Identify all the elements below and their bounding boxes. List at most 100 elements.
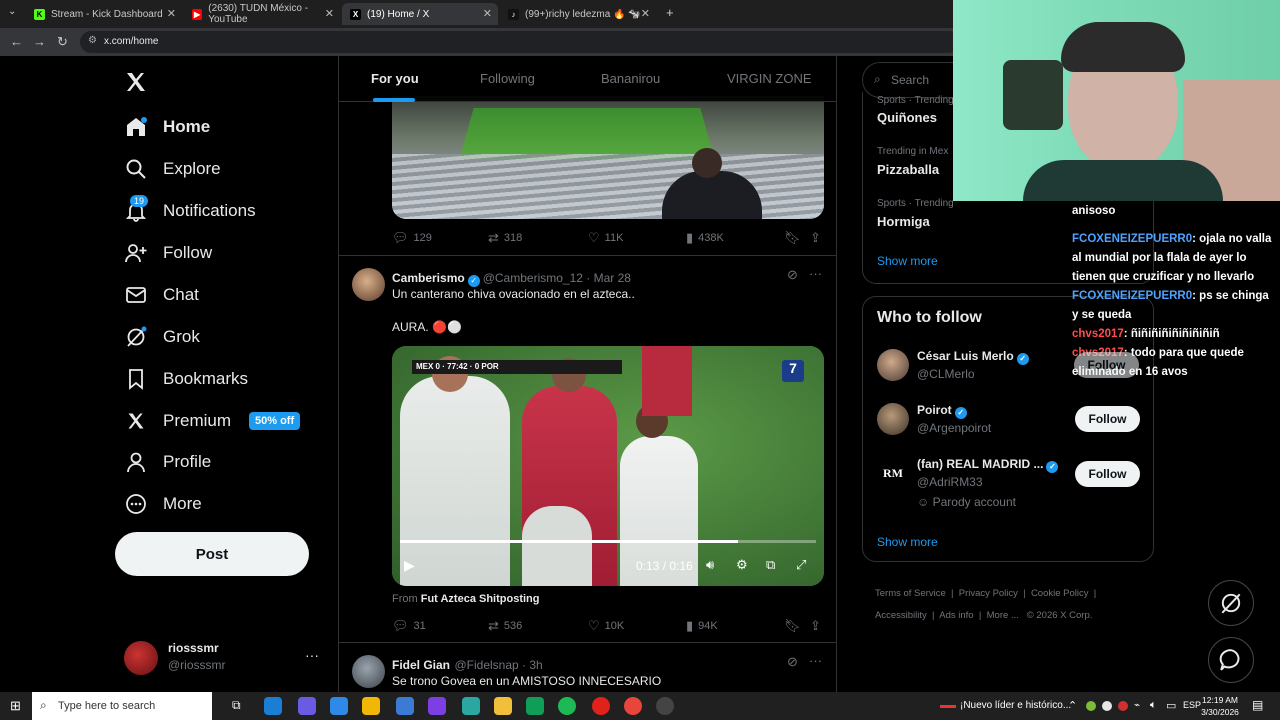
tray-app-icon[interactable] (1102, 701, 1112, 711)
suggested-account-name[interactable]: (fan) REAL MADRID ... ✓ (917, 457, 1061, 473)
more-dots-icon[interactable]: ··· (305, 647, 319, 663)
trend-item[interactable]: Quiñones (877, 110, 937, 125)
vscode-icon[interactable] (396, 697, 414, 715)
obs-icon[interactable] (656, 697, 674, 715)
tab-following[interactable]: Following (480, 71, 535, 86)
nav-home[interactable]: Home (124, 112, 210, 142)
back-icon[interactable]: ← (10, 34, 23, 49)
close-icon[interactable]: ✕ (483, 7, 492, 20)
opera-icon[interactable] (592, 697, 610, 715)
browser-tab-youtube[interactable]: ▶ (2630) TUDN México - YouTube ✕ (184, 3, 340, 25)
nav-premium[interactable]: Premium 50% off (124, 406, 301, 436)
spotify-icon[interactable] (558, 697, 576, 715)
avatar[interactable] (352, 268, 385, 301)
follow-button[interactable]: Follow (1074, 352, 1139, 378)
taskbar-search-field[interactable]: ⌕ Type here to search (32, 692, 212, 720)
tray-app-icon[interactable] (1118, 701, 1128, 711)
store-icon[interactable] (362, 697, 380, 715)
suggested-account-name[interactable]: César Luis Merlo ✓ (917, 349, 1032, 365)
reply-button[interactable]: 💬︎ 31 (392, 618, 426, 634)
retweet-button[interactable]: ⇄ 318 (488, 230, 522, 246)
close-icon[interactable]: ✕ (325, 7, 334, 20)
video-progress-track[interactable] (400, 540, 816, 543)
tweet-author-handle[interactable]: @Camberismo_12 (483, 271, 583, 285)
reply-button[interactable]: 💬︎ 129 (392, 230, 432, 246)
footer-link[interactable]: Accessibility (875, 610, 927, 621)
forward-icon[interactable]: → (33, 34, 46, 49)
post-button[interactable]: Post (115, 532, 309, 576)
more-dots-icon[interactable]: ··· (809, 653, 822, 668)
app-icon[interactable] (526, 697, 544, 715)
show-more-link[interactable]: Show more (877, 254, 938, 268)
tab-for-you[interactable]: For you (371, 71, 419, 86)
site-info-icon[interactable]: ⚙ (88, 35, 97, 46)
nav-follow[interactable]: Follow (124, 238, 212, 268)
tweet-video[interactable]: MEX 0 · 77:42 · 0 POR 7 ▶ 0:13 / 0:16 🔊︎… (392, 346, 824, 586)
real-madrid-logo[interactable]: RM (877, 457, 909, 489)
tray-chevron-icon[interactable]: ⌃ (1068, 699, 1077, 712)
tweet-author-handle[interactable]: @Fidelsnap (454, 658, 518, 672)
footer-link[interactable]: Cookie Policy (1031, 588, 1089, 599)
chat-fab[interactable] (1208, 637, 1254, 683)
edge-icon[interactable] (264, 697, 282, 715)
tweet-date[interactable]: Mar 28 (594, 271, 631, 285)
close-icon[interactable]: ✕ (167, 7, 176, 20)
taskbar-clock[interactable]: 12:19 AM 3/30/2026 (1200, 694, 1240, 718)
bookmark-button[interactable]: 🔖︎ (784, 618, 806, 634)
browser-tab-x-home[interactable]: X (19) Home / X ✕ (342, 3, 498, 25)
views-button[interactable]: ▮ 438K (686, 230, 724, 246)
notification-center-icon[interactable]: ▤ (1252, 698, 1263, 712)
play-icon[interactable]: ▶ (404, 557, 415, 574)
views-button[interactable]: ▮ 94K (686, 618, 718, 634)
tab-bananirou[interactable]: Bananirou (601, 71, 660, 86)
avatar[interactable] (877, 349, 909, 381)
app-icon[interactable] (462, 697, 480, 715)
nav-grok[interactable]: Grok (124, 322, 200, 352)
show-more-link[interactable]: Show more (877, 535, 938, 549)
avatar[interactable] (877, 403, 909, 435)
settings-gear-icon[interactable]: ⚙ (736, 557, 748, 573)
tweet-author-name[interactable]: Camberismo (392, 271, 465, 285)
share-button[interactable]: ⇪ (810, 618, 826, 634)
footer-link[interactable]: Privacy Policy (959, 588, 1018, 599)
account-switcher[interactable]: riosssmr @riosssmr ··· (124, 641, 324, 675)
trend-item[interactable]: Pizzaballa (877, 162, 939, 177)
from-source-link[interactable]: Fut Azteca Shitposting (421, 593, 540, 605)
like-button[interactable]: ♡ 11K (588, 230, 623, 246)
nav-bookmarks[interactable]: Bookmarks (124, 364, 248, 394)
tray-speaker-icon[interactable]: 🔈︎ (1150, 699, 1157, 712)
tray-battery-icon[interactable]: ▭ (1166, 699, 1176, 712)
nav-profile[interactable]: Profile (124, 447, 211, 477)
footer-link[interactable]: Terms of Service (875, 588, 946, 599)
app-icon[interactable] (428, 697, 446, 715)
bookmark-button[interactable]: 🔖︎ (784, 230, 806, 246)
task-view-icon[interactable]: ⧉ (232, 698, 241, 713)
browser-tab-tiktok[interactable]: ♪ (99+)richy ledezma 🔥 🐄 мк | ✕ (500, 3, 656, 25)
x-logo-icon[interactable] (124, 70, 148, 94)
grok-icon[interactable]: ⊘ (787, 654, 798, 670)
tweet-author-name[interactable]: Fidel Gian (392, 658, 450, 672)
more-dots-icon[interactable]: ··· (809, 266, 822, 281)
nav-chat[interactable]: Chat (124, 280, 199, 310)
tweet-date[interactable]: 3h (529, 658, 542, 672)
follow-button[interactable]: Follow (1075, 461, 1140, 487)
grok-fab[interactable] (1208, 580, 1254, 626)
taskbar-news[interactable]: ¡Nuevo líder e histórico... (960, 700, 1071, 711)
trend-item[interactable]: Hormiga (877, 214, 930, 229)
tweet-media-stadium[interactable] (392, 96, 824, 219)
grok-icon[interactable]: ⊘ (787, 267, 798, 283)
input-language[interactable]: ESP (1183, 700, 1201, 710)
volume-icon[interactable]: 🔊︎ (706, 557, 714, 573)
footer-link[interactable]: Ads info (939, 610, 973, 621)
retweet-button[interactable]: ⇄ 536 (488, 618, 522, 634)
tab-list-chevron-icon[interactable]: ⌄ (8, 6, 16, 17)
mail-app-icon[interactable] (330, 697, 348, 715)
file-explorer-icon[interactable] (494, 697, 512, 715)
reload-icon[interactable]: ↻ (57, 34, 68, 50)
like-button[interactable]: ♡ 10K (588, 618, 624, 634)
tray-wifi-icon[interactable]: ⌁ (1134, 700, 1140, 711)
url-field[interactable]: ⚙ x.com/home (80, 31, 960, 53)
share-button[interactable]: ⇪ (810, 230, 826, 246)
chrome-icon[interactable] (624, 697, 642, 715)
footer-link[interactable]: More ... (987, 610, 1019, 621)
